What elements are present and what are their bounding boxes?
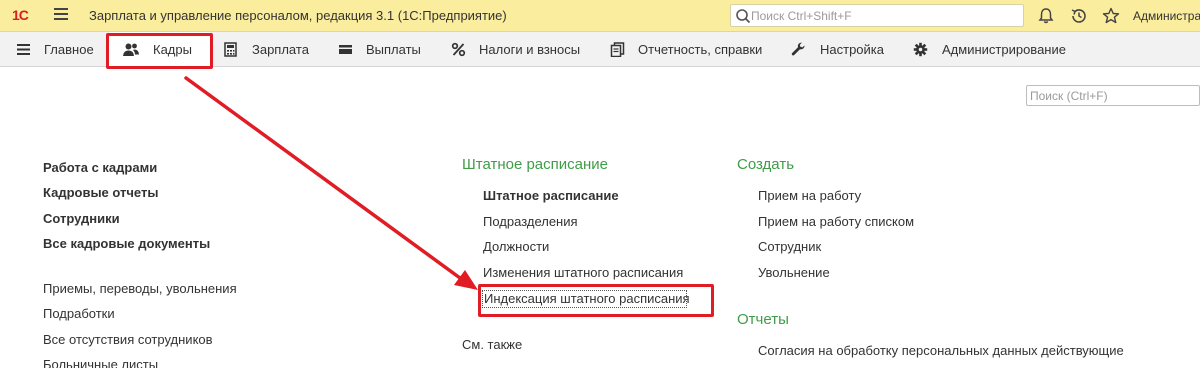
content-search[interactable] [1026,85,1200,106]
global-search[interactable] [730,4,1024,27]
wrench-icon [791,42,805,56]
user-name[interactable]: Администрат [1133,9,1200,23]
link-sm-takzhe[interactable]: См. также [462,337,522,352]
section-admin[interactable]: Администрирование [905,32,1085,67]
section-main[interactable]: Главное [0,32,106,67]
global-search-input[interactable] [751,7,1021,25]
people-icon [123,43,139,56]
calculator-icon [224,42,237,57]
link-dolzhnosti[interactable]: Должности [483,239,549,254]
section-otchetnost-label: Отчетность, справки [638,42,763,57]
section-vyplaty[interactable]: Выплаты [330,32,432,67]
gear-icon [913,42,928,57]
group-title-reports: Отчеты [737,311,789,328]
link-priem-na-rabotu[interactable]: Прием на работу [758,188,861,203]
link-sotrudnik[interactable]: Сотрудник [758,239,821,254]
content-search-input[interactable] [1027,86,1199,105]
bell-icon[interactable] [1036,6,1056,26]
section-zarplata-label: Зарплата [252,42,309,57]
section-nastroyka-label: Настройка [820,42,884,57]
app-logo[interactable]: 1С [12,7,29,23]
link-vse-kadrovye-dokumenty[interactable]: Все кадровые документы [43,236,210,251]
documents-icon [610,42,625,57]
link-izmeneniya-shtatnogo[interactable]: Изменения штатного расписания [483,265,683,280]
link-indeksaciya-shtatnogo[interactable]: Индексация штатного расписания [484,291,690,306]
section-kadry[interactable]: Кадры [109,32,210,67]
link-uvolnenie[interactable]: Увольнение [758,265,830,280]
link-soglasiya-pd[interactable]: Согласия на обработку персональных данны… [758,343,1124,358]
section-main-label: Главное [44,42,94,57]
app-title: Зарплата и управление персоналом, редакц… [89,8,507,23]
link-podrabotki[interactable]: Подработки [43,306,115,321]
section-kadry-label: Кадры [153,42,192,57]
section-vyplaty-label: Выплаты [366,42,421,57]
section-panel: Главное Кадры Зарплата Выплаты Налоги и … [0,32,1200,67]
section-nalogi-label: Налоги и взносы [479,42,581,57]
group-title-create: Создать [737,156,795,173]
menu-icon[interactable] [54,8,68,22]
link-podrazdeleniya[interactable]: Подразделения [483,214,578,229]
link-bolnichnye-listy[interactable]: Больничные листы [43,357,158,368]
percent-icon [451,42,466,57]
title-bar: 1С Зарплата и управление персоналом, ред… [0,0,1200,32]
star-icon[interactable] [1101,6,1121,26]
wallet-icon [339,45,352,54]
menu-lines-icon [17,44,30,55]
section-nastroyka[interactable]: Настройка [783,32,895,67]
section-nalogi[interactable]: Налоги и взносы [442,32,592,67]
section-otchetnost[interactable]: Отчетность, справки [602,32,774,67]
link-kadrovye-otchety[interactable]: Кадровые отчеты [43,185,158,200]
link-priem-spiskom[interactable]: Прием на работу списком [758,214,914,229]
link-sotrudniki[interactable]: Сотрудники [43,211,120,226]
link-priemy-perevody[interactable]: Приемы, переводы, увольнения [43,281,237,296]
link-rabota-s-kadrami[interactable]: Работа с кадрами [43,160,157,175]
group-title-staff: Штатное расписание [462,156,609,173]
section-zarplata[interactable]: Зарплата [215,32,319,67]
search-icon [736,9,751,24]
history-icon[interactable] [1069,6,1089,26]
section-admin-label: Администрирование [942,42,1066,57]
link-vse-otsutstviya[interactable]: Все отсутствия сотрудников [43,332,213,347]
link-shtatnoe-raspisanie[interactable]: Штатное расписание [483,188,619,203]
